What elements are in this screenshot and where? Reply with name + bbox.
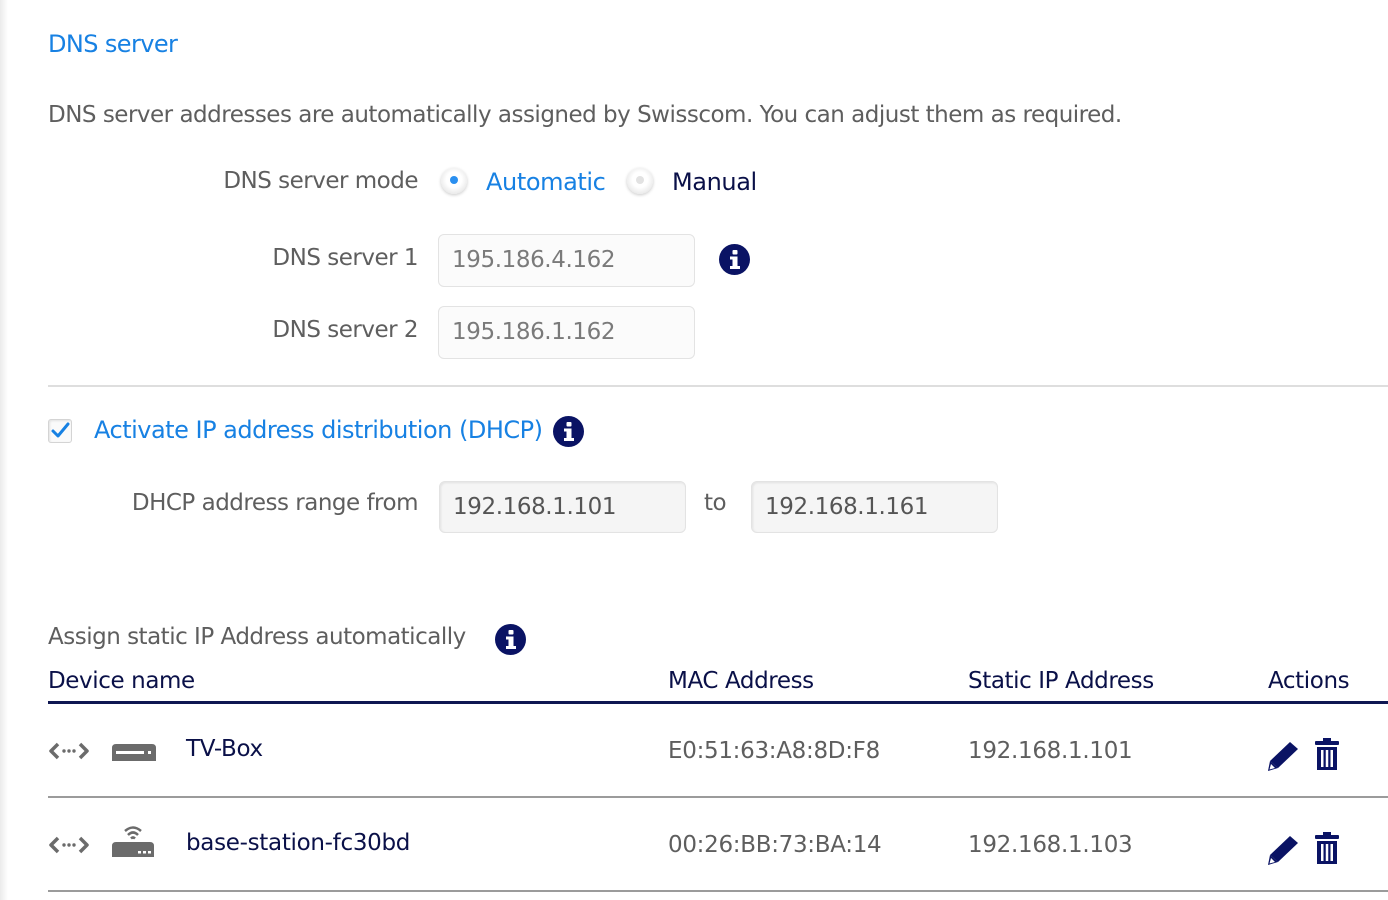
dns-server-1-label: DNS server 1 [272,245,418,271]
device-name: TV-Box [186,736,263,762]
dns-server-2-label: DNS server 2 [272,317,418,343]
dhcp-checkbox-label[interactable]: Activate IP address distribution (DHCP) [94,416,543,444]
dns-mode-label: DNS server mode [223,168,418,194]
static-ip-title: Assign static IP Address automatically [48,624,466,650]
column-header-mac-address[interactable]: MAC Address [668,668,814,694]
mac-address: E0:51:63:A8:8D:F8 [668,738,880,764]
dns-server-2-input[interactable]: 195.186.1.162 [438,306,695,359]
column-header-static-ip[interactable]: Static IP Address [968,668,1154,694]
edit-icon[interactable] [1266,740,1300,772]
section-title-dns: DNS server [48,30,178,58]
radio-label-manual: Manual [672,168,757,196]
delete-icon[interactable] [1313,737,1341,771]
dhcp-range-from-input[interactable]: 192.168.1.101 [439,481,686,533]
dns-server-1-input[interactable]: 195.186.4.162 [438,234,695,287]
divider [48,385,1388,387]
table-row: base-station-fc30bd 00:26:BB:73:BA:14 19… [0,798,1388,892]
info-icon[interactable] [553,416,584,447]
dhcp-checkbox[interactable] [48,419,72,443]
ethernet-arrows-icon [49,742,89,760]
device-name: base-station-fc30bd [186,830,411,856]
column-header-actions: Actions [1268,668,1350,694]
mac-address: 00:26:BB:73:BA:14 [668,832,882,858]
delete-icon[interactable] [1313,831,1341,865]
dhcp-range-label: DHCP address range from [131,490,419,516]
static-ip-address: 192.168.1.103 [968,832,1133,858]
static-ip-address: 192.168.1.101 [968,738,1133,764]
radio-automatic[interactable]: Automatic [441,168,621,198]
radio-button-automatic[interactable] [441,168,467,194]
info-icon[interactable] [495,624,526,655]
ethernet-arrows-icon [49,836,89,854]
radio-label-automatic: Automatic [486,168,606,196]
dhcp-range-to-label: to [704,490,727,516]
column-header-device-name[interactable]: Device name [48,668,195,694]
radio-manual[interactable]: Manual [627,168,777,198]
dhcp-range-to-input[interactable]: 192.168.1.161 [751,481,998,533]
wifi-router-icon [112,826,154,857]
row-divider [48,890,1388,892]
radio-button-manual[interactable] [627,168,653,194]
edit-icon[interactable] [1266,834,1300,866]
tv-box-icon [112,744,156,761]
info-icon[interactable] [719,244,750,275]
dns-description: DNS server addresses are automatically a… [48,102,1122,128]
table-row: TV-Box E0:51:63:A8:8D:F8 192.168.1.101 [0,704,1388,798]
